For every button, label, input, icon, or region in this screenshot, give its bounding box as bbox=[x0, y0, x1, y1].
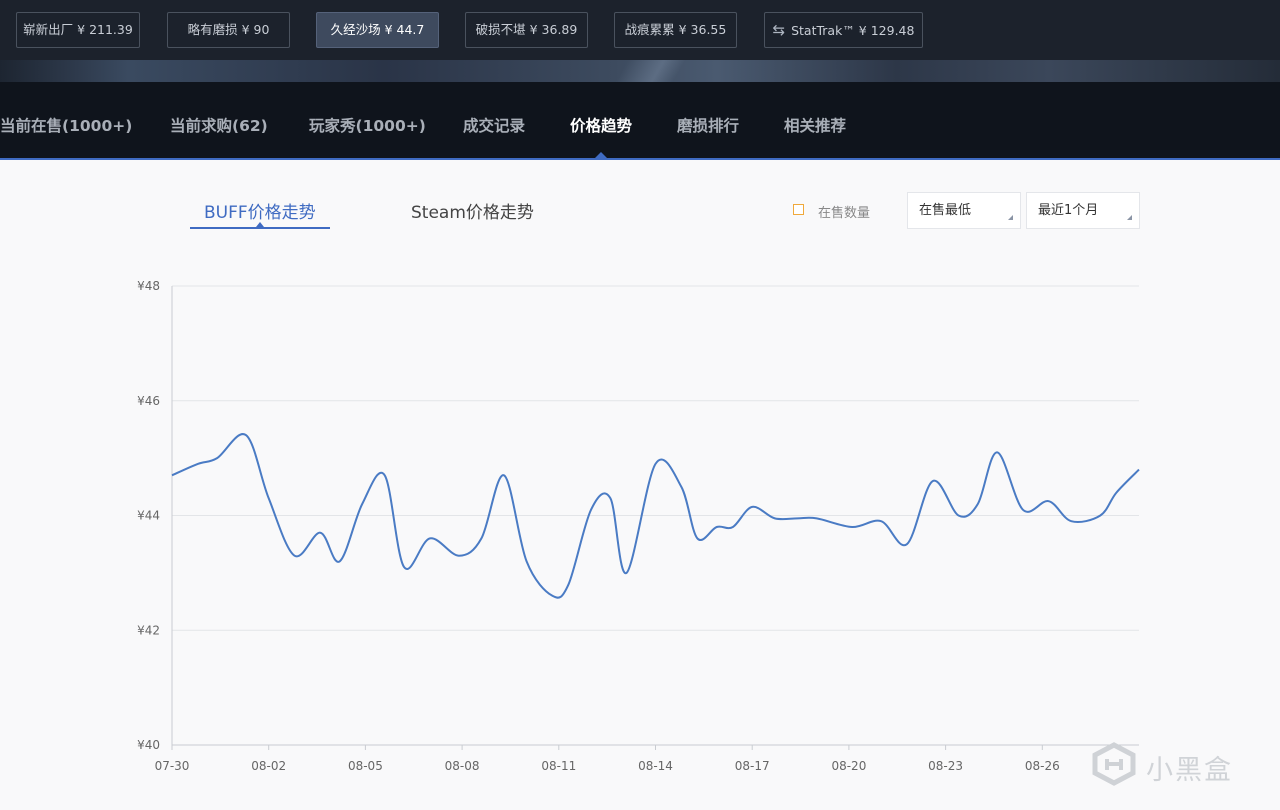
x-tick-label: 08-26 bbox=[1025, 759, 1060, 773]
y-tick-label: ¥44 bbox=[137, 509, 160, 523]
x-tick-label: 08-14 bbox=[638, 759, 673, 773]
heybox-logo-icon bbox=[1092, 742, 1136, 786]
x-tick-label: 08-08 bbox=[445, 759, 480, 773]
watermark-text: 小黑盒 bbox=[1146, 755, 1233, 786]
x-tick-label: 08-05 bbox=[348, 759, 383, 773]
x-tick-label: 08-11 bbox=[541, 759, 576, 773]
y-tick-label: ¥48 bbox=[137, 279, 160, 293]
x-tick-label: 08-17 bbox=[735, 759, 770, 773]
y-tick-label: ¥46 bbox=[137, 394, 160, 408]
y-tick-label: ¥40 bbox=[137, 738, 160, 752]
x-tick-label: 08-20 bbox=[831, 759, 866, 773]
price-trend-chart: ¥40 ¥42 ¥44 ¥46 ¥48 07-30 08-02 08-05 08-08 08-11… bbox=[137, 279, 1140, 773]
x-tick-label: 08-02 bbox=[251, 759, 286, 773]
x-tick-label: 07-30 bbox=[155, 759, 190, 773]
x-tick-label: 08-23 bbox=[928, 759, 963, 773]
y-tick-label: ¥42 bbox=[137, 623, 160, 637]
